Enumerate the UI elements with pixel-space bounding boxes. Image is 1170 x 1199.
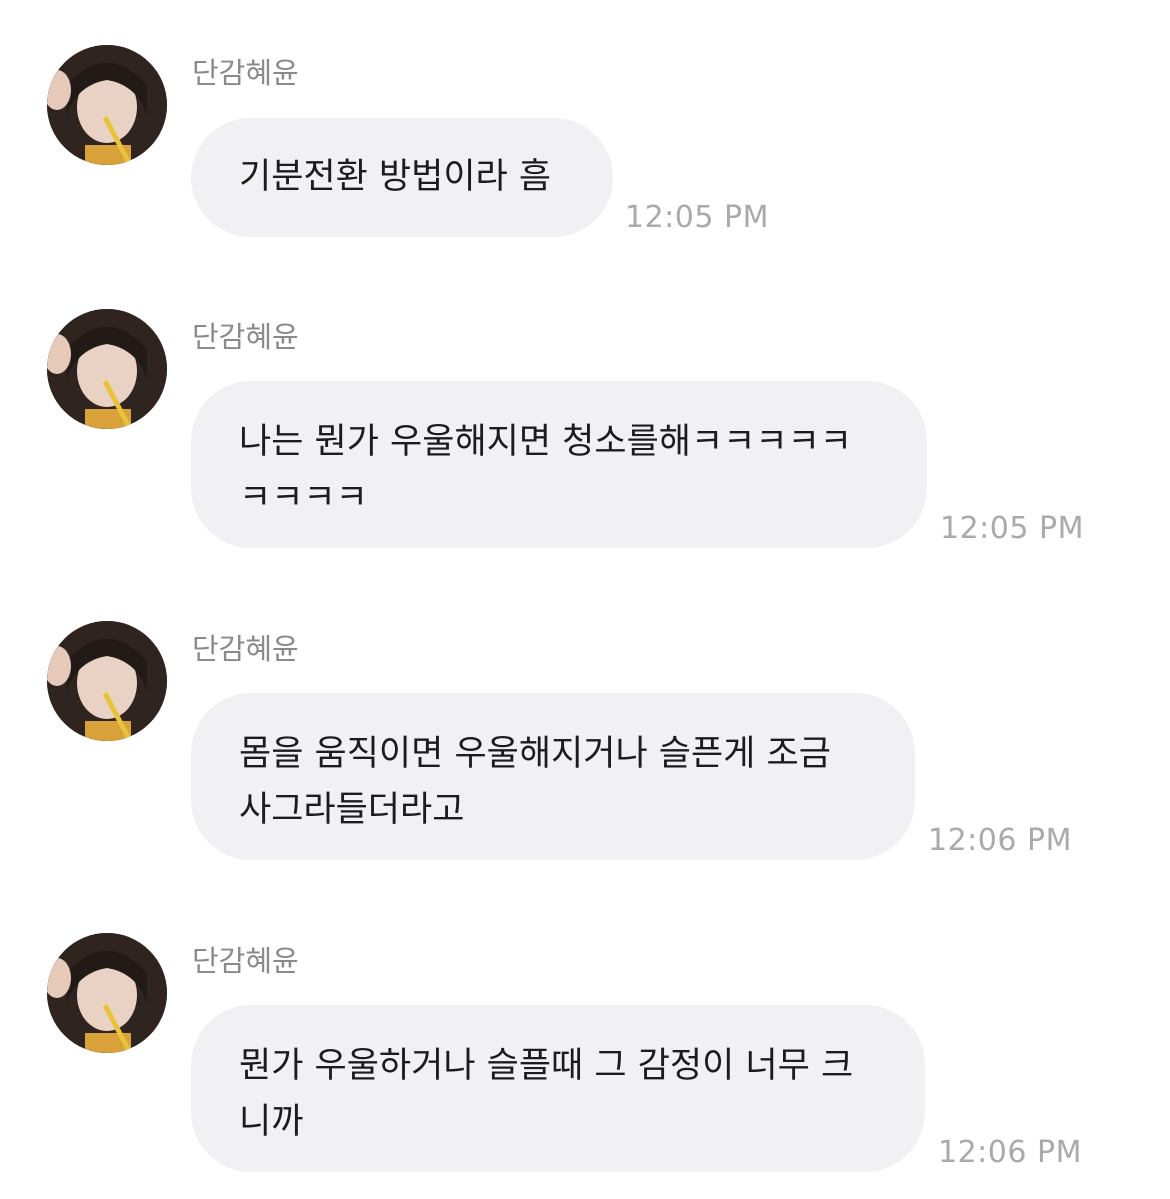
sender-avatar[interactable]	[47, 45, 167, 165]
sender-name: 단감혜윤	[192, 56, 299, 90]
message-bubble[interactable]: 몸을 움직이면 우울해지거나 슬픈게 조금 사그라들더라고	[191, 693, 915, 860]
message-timestamp: 12:05 PM	[940, 511, 1084, 546]
sender-name: 단감혜윤	[192, 632, 299, 666]
sender-avatar[interactable]	[47, 621, 167, 741]
sender-avatar[interactable]	[47, 309, 167, 429]
message-timestamp: 12:06 PM	[938, 1135, 1082, 1170]
message-bubble[interactable]: 나는 뭔가 우울해지면 청소를해ㅋㅋㅋㅋㅋ ㅋㅋㅋㅋ	[191, 381, 927, 548]
message-timestamp: 12:05 PM	[625, 200, 769, 235]
message-bubble[interactable]: 기분전환 방법이라 흠	[191, 118, 613, 237]
message-timestamp: 12:06 PM	[928, 823, 1072, 858]
sender-avatar[interactable]	[47, 933, 167, 1053]
sender-name: 단감혜윤	[192, 320, 299, 354]
chat-thread: 단감혜윤 기분전환 방법이라 흠 12:05 PM 단감혜윤 나는 뭔가 우울해…	[0, 0, 1170, 1199]
sender-name: 단감혜윤	[192, 944, 299, 978]
message-bubble[interactable]: 뭔가 우울하거나 슬플때 그 감정이 너무 크 니까	[191, 1005, 925, 1172]
